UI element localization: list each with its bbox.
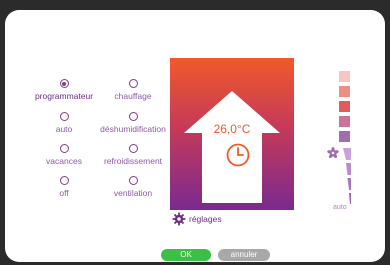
temp-scale-step[interactable] <box>339 131 350 142</box>
radio-deshumidification[interactable] <box>128 112 138 121</box>
mode-programmateur[interactable]: programmateur <box>24 79 104 101</box>
mode-label: programmateur <box>34 91 94 101</box>
mode-off[interactable]: off <box>24 176 104 198</box>
mode-label: chauffage <box>114 91 152 101</box>
radio-vacances[interactable] <box>59 144 69 153</box>
gear-icon <box>172 212 186 226</box>
mode-chauffage[interactable]: chauffage <box>93 79 173 101</box>
radio-chauffage[interactable] <box>128 79 138 88</box>
mode-label: auto <box>55 124 73 134</box>
mode-label: vacances <box>46 156 82 166</box>
temp-scale-step[interactable] <box>339 71 350 82</box>
clock-icon[interactable] <box>226 143 250 167</box>
temp-scale-step[interactable] <box>339 116 350 127</box>
mode-vacances[interactable]: vacances <box>24 144 104 166</box>
radio-auto[interactable] <box>59 112 69 121</box>
temp-scale-step[interactable] <box>339 101 350 112</box>
temperature-readout: 26,0°C <box>213 122 251 136</box>
mode-deshumidification[interactable]: déshumidification <box>93 112 173 134</box>
cancel-button[interactable]: annuler <box>218 249 270 261</box>
fan-speed-bars[interactable] <box>339 146 353 204</box>
mode-auto[interactable]: auto <box>24 112 104 134</box>
thermostat-display[interactable]: 26,0°C <box>170 58 294 210</box>
temp-scale-step[interactable] <box>339 86 350 97</box>
settings-label: réglages <box>189 214 222 224</box>
mode-label: refroidissement <box>103 156 163 166</box>
settings-link[interactable]: réglages <box>172 212 222 226</box>
radio-ventilation[interactable] <box>128 176 138 185</box>
mode-label: off <box>59 188 69 198</box>
mode-ventilation[interactable]: ventilation <box>93 176 173 198</box>
mode-label: déshumidification <box>100 124 166 134</box>
mode-refroidissement[interactable]: refroidissement <box>93 144 173 166</box>
radio-off[interactable] <box>59 176 69 185</box>
mode-label: ventilation <box>113 188 153 198</box>
fan-auto-label: auto <box>333 204 347 211</box>
radio-refroidissement[interactable] <box>128 144 138 153</box>
radio-programmateur[interactable] <box>59 79 69 88</box>
ok-button[interactable]: OK <box>161 249 211 261</box>
fan-icon[interactable] <box>327 147 339 159</box>
